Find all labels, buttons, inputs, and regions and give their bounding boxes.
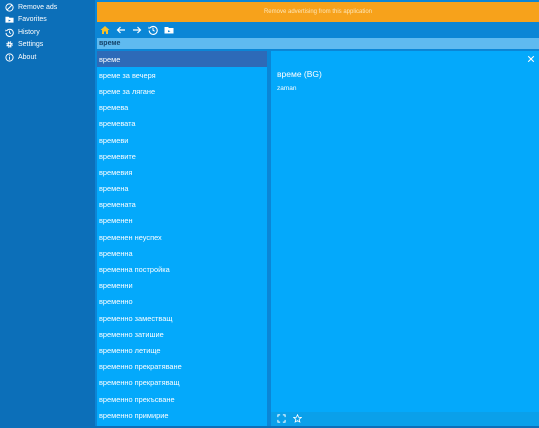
nav-item-remove-ads[interactable]: Remove ads [0, 1, 95, 14]
forward-button[interactable] [129, 24, 145, 38]
word-list-item[interactable]: временен неуспех [97, 229, 267, 245]
word-list-item[interactable]: временно [97, 294, 267, 310]
no-ads-icon [1, 1, 17, 13]
word-list-item[interactable]: време за лягане [97, 83, 267, 99]
nav-item-about[interactable]: About [0, 51, 95, 64]
word-list-item[interactable]: временно заместващ [97, 310, 267, 326]
word-list-item[interactable]: временно прекратяващ [97, 375, 267, 391]
word-list-item[interactable]: времеви [97, 132, 267, 148]
word-list-item[interactable]: времевия [97, 164, 267, 180]
word-list-item[interactable]: временен [97, 213, 267, 229]
nav-item-label: Remove ads [18, 3, 58, 11]
word-list-item[interactable]: време за вечеря [97, 67, 267, 83]
nav-item-history[interactable]: History [0, 26, 95, 39]
word-list-item[interactable]: временно прекратяване [97, 359, 267, 375]
toolbar [97, 24, 177, 38]
close-button[interactable] [525, 53, 537, 65]
star-icon [292, 410, 302, 428]
word-list-item[interactable]: времевите [97, 148, 267, 164]
word-list-item[interactable]: временна [97, 245, 267, 261]
history-button[interactable] [145, 24, 161, 38]
word-list-item[interactable]: временно прекъсване [97, 391, 267, 407]
nav-item-label: Favorites [18, 16, 47, 24]
word-list-item[interactable]: времевата [97, 116, 267, 132]
history-icon [1, 26, 17, 38]
word-list-item[interactable]: времената [97, 197, 267, 213]
gear-icon [1, 39, 17, 51]
favorites-button[interactable] [161, 24, 177, 38]
detail-translation: zaman [277, 85, 297, 92]
nav-item-label: History [18, 28, 40, 36]
word-list-item[interactable]: временно затишие [97, 326, 267, 342]
close-icon [527, 50, 535, 68]
favorite-button[interactable] [291, 413, 303, 425]
word-list-item[interactable]: временни [97, 278, 267, 294]
detail-title: време (BG) [277, 69, 322, 79]
word-list[interactable]: време време за вечеря време за лягане време… [97, 51, 267, 426]
info-icon [1, 51, 17, 63]
navigation-pane: Remove ads Favorites History Settings Ab… [0, 0, 95, 426]
word-list-item[interactable]: временно летище [97, 342, 267, 358]
nav-item-settings[interactable]: Settings [0, 39, 95, 52]
folder-icon [1, 14, 17, 26]
back-button[interactable] [113, 24, 129, 38]
search-input[interactable] [97, 38, 539, 49]
home-button[interactable] [97, 24, 113, 38]
nav-item-label: About [18, 53, 37, 61]
ad-banner-text: Remove advertising from this application [263, 9, 373, 15]
detail-footer [271, 412, 539, 426]
fullscreen-button[interactable] [275, 413, 287, 425]
word-list-item[interactable]: време [97, 51, 267, 68]
nav-item-label: Settings [18, 41, 44, 49]
word-list-item[interactable]: времева [97, 100, 267, 116]
word-list-item[interactable]: времена [97, 181, 267, 197]
word-list-item[interactable]: временна постройка [97, 261, 267, 277]
word-list-item[interactable]: временно примирие [97, 407, 267, 423]
fullscreen-icon [276, 410, 286, 428]
ad-banner[interactable]: Remove advertising from this application [97, 2, 539, 22]
detail-pane: време (BG) zaman [271, 51, 539, 426]
nav-item-favorites[interactable]: Favorites [0, 14, 95, 27]
main-area: Remove advertising from this application [95, 0, 539, 426]
